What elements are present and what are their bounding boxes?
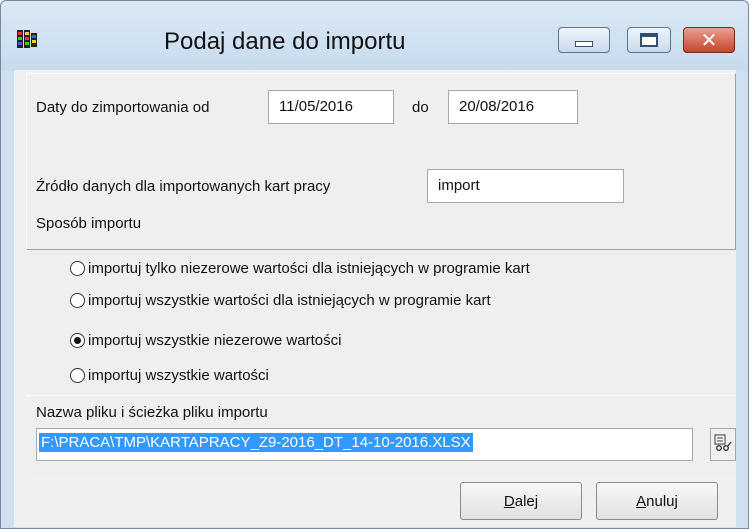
next-button[interactable]: Dalej — [460, 482, 582, 520]
radio-button[interactable] — [70, 260, 85, 276]
import-mode-option[interactable]: importuj wszystkie wartości dla istnieją… — [70, 289, 491, 311]
import-mode-option[interactable]: importuj wszystkie wartości — [70, 364, 269, 386]
import-mode-group: importuj tylko niezerowe wartości dla is… — [26, 250, 736, 392]
radio-dot — [74, 336, 81, 344]
radio-label: importuj tylko niezerowe wartości dla is… — [88, 259, 530, 277]
source-input[interactable]: import — [427, 169, 624, 203]
cancel-button[interactable]: Anuluj — [596, 482, 718, 520]
source-label: Źródło danych dla importowanych kart pra… — [36, 178, 331, 195]
import-mode-option[interactable]: importuj tylko niezerowe wartości dla is… — [70, 257, 530, 279]
radio-label: importuj wszystkie wartości dla istnieją… — [88, 291, 491, 309]
minimize-icon — [575, 41, 593, 47]
import-mode-option[interactable]: importuj wszystkie niezerowe wartości — [70, 329, 341, 351]
browse-file-button[interactable] — [710, 428, 736, 461]
maximize-icon — [640, 33, 658, 47]
file-path-value: F:\PRACA\TMP\KARTAPRACY_Z9-2016_DT_14-10… — [39, 433, 473, 452]
dialog-body: Daty do zimportowania od 11/05/2016 do 2… — [14, 70, 736, 527]
close-button[interactable]: ✕ — [683, 27, 735, 53]
options-panel: Daty do zimportowania od 11/05/2016 do 2… — [26, 73, 736, 250]
window-title: Podaj dane do importu — [164, 28, 406, 55]
radio-label: importuj wszystkie wartości — [88, 366, 269, 384]
radio-button-selected[interactable] — [70, 332, 85, 348]
radio-button[interactable] — [70, 367, 85, 383]
film-app-icon — [15, 29, 39, 49]
file-path-input[interactable]: F:\PRACA\TMP\KARTAPRACY_Z9-2016_DT_14-10… — [36, 428, 693, 461]
browse-file-icon — [713, 433, 733, 457]
minimize-button[interactable] — [558, 27, 610, 53]
cancel-button-label: Anuluj — [636, 492, 678, 510]
file-path-label: Nazwa pliku i ścieżka pliku importu — [36, 404, 268, 421]
date-to-input[interactable]: 20/08/2016 — [448, 90, 578, 124]
radio-label: importuj wszystkie niezerowe wartości — [88, 331, 342, 349]
date-from-input[interactable]: 11/05/2016 — [268, 90, 394, 124]
next-button-label: Dalej — [503, 492, 539, 510]
date-to-label: do — [412, 99, 429, 116]
close-icon: ✕ — [700, 28, 718, 52]
radio-button[interactable] — [70, 292, 85, 308]
dialog-window: Podaj dane do importu ✕ Daty do zimporto… — [0, 0, 749, 529]
date-from-label: Daty do zimportowania od — [36, 99, 210, 116]
maximize-button[interactable] — [627, 27, 671, 53]
import-mode-label: Sposób importu — [36, 215, 142, 232]
title-bar[interactable]: Podaj dane do importu ✕ — [1, 1, 748, 71]
file-panel: Nazwa pliku i ścieżka pliku importu F:\P… — [26, 395, 736, 475]
